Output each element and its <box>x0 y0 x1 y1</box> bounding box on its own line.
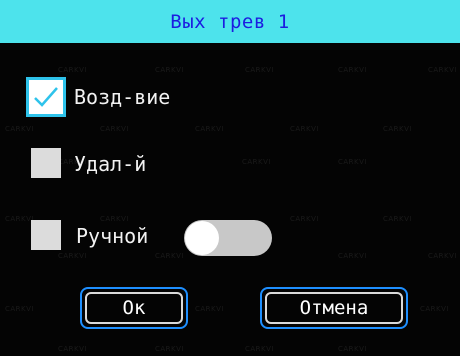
watermark: CARKVI <box>383 125 412 133</box>
title-bar: Вых трев 1 <box>0 0 460 43</box>
watermark: CARKVI <box>338 252 367 260</box>
watermark: CARKVI <box>338 345 367 353</box>
ok-button[interactable]: Ок <box>80 287 188 329</box>
watermark: CARKVI <box>155 66 184 74</box>
watermark: CARKVI <box>155 345 184 353</box>
watermark: CARKVI <box>383 215 412 223</box>
watermark: CARKVI <box>195 305 224 313</box>
remote-checkbox[interactable] <box>31 148 61 178</box>
watermark: CARKVI <box>5 215 34 223</box>
impact-checkbox[interactable] <box>26 77 66 117</box>
watermark: CARKVI <box>428 252 457 260</box>
cancel-button-label: Отмена <box>265 292 403 324</box>
manual-toggle-switch[interactable] <box>184 220 272 256</box>
watermark: CARKVI <box>245 345 274 353</box>
toggle-knob <box>185 221 219 255</box>
watermark: CARKVI <box>58 252 87 260</box>
alarm-output-dialog: CARKVI CARKVI CARKVI CARKVI CARKVI CARKV… <box>0 0 460 356</box>
watermark: CARKVI <box>338 158 367 166</box>
impact-label: Возд-вие <box>74 85 171 109</box>
watermark: CARKVI <box>338 66 367 74</box>
watermark: CARKVI <box>5 305 34 313</box>
watermark: CARKVI <box>58 345 87 353</box>
watermark: CARKVI <box>242 158 271 166</box>
watermark: CARKVI <box>100 125 129 133</box>
watermark: CARKVI <box>245 66 274 74</box>
watermark: CARKVI <box>58 66 87 74</box>
dialog-title: Вых трев 1 <box>170 10 290 33</box>
watermark: CARKVI <box>195 125 224 133</box>
watermark: CARKVI <box>428 66 457 74</box>
watermark: CARKVI <box>5 125 34 133</box>
watermark: CARKVI <box>155 252 184 260</box>
watermark: CARKVI <box>290 215 319 223</box>
cancel-button[interactable]: Отмена <box>260 287 408 329</box>
watermark: CARKVI <box>100 215 129 223</box>
watermark: CARKVI <box>290 125 319 133</box>
manual-label: Ручной <box>76 224 149 248</box>
checkmark-icon <box>34 87 58 107</box>
remote-label: Удал-й <box>74 152 147 176</box>
watermark: CARKVI <box>420 305 449 313</box>
manual-checkbox[interactable] <box>31 220 61 250</box>
ok-button-label: Ок <box>85 292 183 324</box>
